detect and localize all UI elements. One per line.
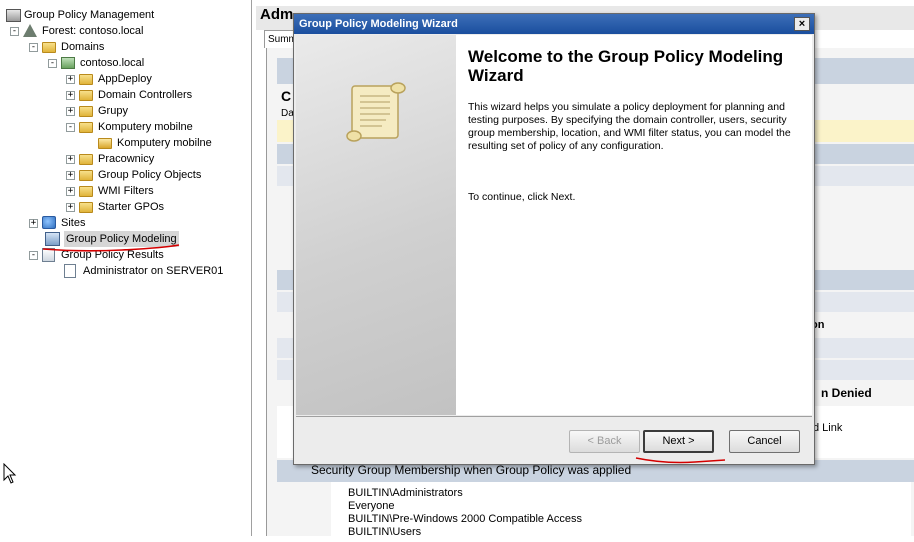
report-fragment: n Denied xyxy=(821,386,872,400)
gpm-icon xyxy=(6,8,21,22)
tree-item-gpo-objects[interactable]: + Group Policy Objects xyxy=(66,167,201,183)
ou-folder-icon xyxy=(79,88,95,102)
tree-item-gpm-root[interactable]: Group Policy Management xyxy=(6,7,154,23)
sites-icon xyxy=(42,216,58,230)
tree-item-starter-gpos[interactable]: + Starter GPOs xyxy=(66,199,164,215)
expand-icon[interactable]: + xyxy=(66,106,75,116)
tree-item-label: Domains xyxy=(61,41,105,53)
tree-item-wmi-filters[interactable]: + WMI Filters xyxy=(66,183,154,199)
expand-icon[interactable]: + xyxy=(66,170,75,180)
tree-item-label: Domain Controllers xyxy=(98,89,193,101)
folder-icon xyxy=(42,40,58,54)
tree-item-label: Grupy xyxy=(98,105,128,117)
tree-item-label: contoso.local xyxy=(80,57,145,69)
cancel-button[interactable]: Cancel xyxy=(729,430,800,453)
tree-item-gpo-link-komputery[interactable]: Komputery mobilne xyxy=(98,135,212,151)
ou-folder-icon xyxy=(79,72,95,86)
list-item: BUILTIN\Pre-Windows 2000 Compatible Acce… xyxy=(348,513,582,525)
modeling-wizard-dialog: Group Policy Modeling Wizard × Welcome t… xyxy=(293,13,815,465)
tree-item-label: Group Policy Management xyxy=(24,9,155,21)
tree-item-label: Forest: contoso.local xyxy=(42,25,144,37)
tree-item-contoso[interactable]: - contoso.local xyxy=(48,55,144,71)
tree-item-admin-report[interactable]: Administrator on SERVER01 xyxy=(64,263,223,279)
ou-folder-icon xyxy=(79,104,95,118)
tree-item-pracownicy[interactable]: + Pracownicy xyxy=(66,151,154,167)
expand-icon[interactable]: + xyxy=(66,186,75,196)
annotation-underline xyxy=(635,457,726,464)
collapse-icon[interactable]: - xyxy=(66,122,75,132)
expand-icon[interactable]: + xyxy=(66,74,75,84)
report-fragment: d Link xyxy=(813,422,843,434)
wizard-button-bar: < Back Next > Cancel xyxy=(296,416,812,464)
gpo-folder-icon xyxy=(79,168,95,182)
tree-item-appdeploy[interactable]: + AppDeploy xyxy=(66,71,152,87)
tree-item-label: Administrator on SERVER01 xyxy=(83,265,224,277)
tree-item-komputery-mobilne[interactable]: - Komputery mobilne xyxy=(66,119,193,135)
tree-item-label: Group Policy Objects xyxy=(98,169,202,181)
tree-item-label: Komputery mobilne xyxy=(98,121,193,133)
collapse-icon[interactable]: - xyxy=(48,58,57,68)
dialog-title-bar[interactable]: Group Policy Modeling Wizard × xyxy=(294,14,814,34)
collapse-icon[interactable]: - xyxy=(10,26,19,36)
ou-folder-icon xyxy=(79,120,95,134)
tree-item-domain-controllers[interactable]: + Domain Controllers xyxy=(66,87,192,103)
collapse-icon[interactable]: - xyxy=(29,42,38,52)
tree-item-forest[interactable]: - Forest: contoso.local xyxy=(10,23,144,39)
wmi-folder-icon xyxy=(79,184,95,198)
wizard-side-panel xyxy=(296,35,456,415)
tree-item-label: Pracownicy xyxy=(98,153,155,165)
section-title: Security Group Membership when Group Pol… xyxy=(311,463,632,477)
tree-item-label: WMI Filters xyxy=(98,185,154,197)
expand-icon[interactable]: + xyxy=(66,90,75,100)
scroll-icon xyxy=(346,82,406,142)
list-item: BUILTIN\Users xyxy=(348,526,422,538)
collapse-icon[interactable]: - xyxy=(29,250,38,260)
expand-icon[interactable]: + xyxy=(66,154,75,164)
wizard-content: Welcome to the Group Policy Modeling Wiz… xyxy=(456,35,812,415)
tree-item-sites[interactable]: + Sites xyxy=(29,215,85,231)
report-fragment: Da xyxy=(281,108,294,119)
dialog-title: Group Policy Modeling Wizard xyxy=(299,18,458,30)
mouse-cursor-icon xyxy=(3,463,17,484)
tree-item-grupy[interactable]: + Grupy xyxy=(66,103,128,119)
tree-item-label: Sites xyxy=(61,217,86,229)
expand-icon[interactable]: + xyxy=(29,218,38,228)
tree-item-domains[interactable]: - Domains xyxy=(29,39,104,55)
ou-folder-icon xyxy=(79,152,95,166)
wizard-continue-text: To continue, click Next. xyxy=(468,191,576,203)
tree-item-label: AppDeploy xyxy=(98,73,152,85)
forest-icon xyxy=(23,24,39,38)
console-tree: Group Policy Management - Forest: contos… xyxy=(0,0,252,536)
wizard-heading: Welcome to the Group Policy Modeling Wiz… xyxy=(468,47,784,85)
close-button[interactable]: × xyxy=(794,17,810,31)
list-item: Everyone xyxy=(348,500,395,512)
gpo-link-icon xyxy=(98,136,114,150)
report-icon xyxy=(64,264,80,278)
back-button[interactable]: < Back xyxy=(569,430,640,453)
wizard-description: This wizard helps you simulate a policy … xyxy=(468,101,791,152)
tree-item-label: Starter GPOs xyxy=(98,201,165,213)
report-fragment: C xyxy=(281,88,292,104)
next-button[interactable]: Next > xyxy=(643,430,714,453)
starter-folder-icon xyxy=(79,200,95,214)
expand-icon[interactable]: + xyxy=(66,202,75,212)
list-item: BUILTIN\Administrators xyxy=(348,487,463,499)
domain-icon xyxy=(61,56,77,70)
tree-item-label: Komputery mobilne xyxy=(117,137,212,149)
annotation-underline xyxy=(42,244,180,252)
